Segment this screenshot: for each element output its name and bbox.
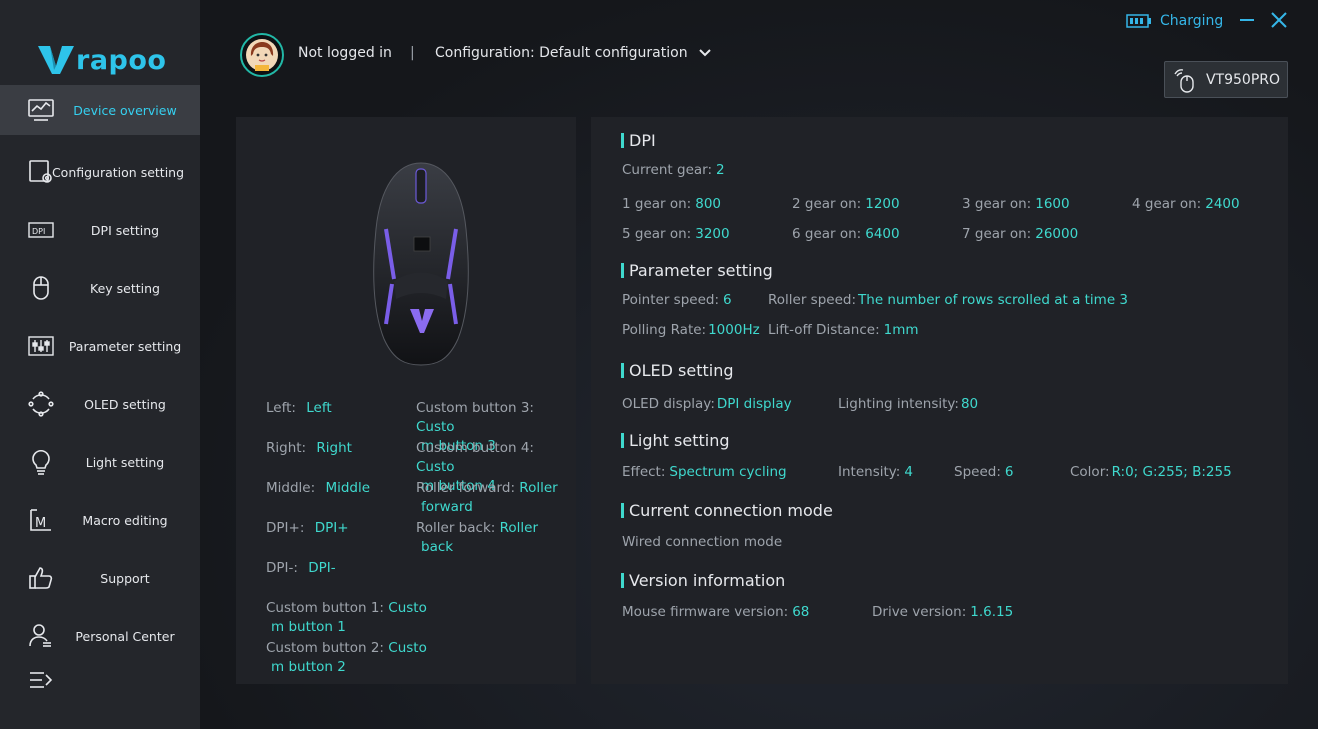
roller-speed: Roller speed: The number of rows scrolled… (768, 292, 1129, 308)
svg-text:DPI: DPI (32, 227, 45, 236)
rapoo-v-logo-icon (38, 46, 74, 74)
sidebar-item-macro-editing[interactable]: M Macro editing (0, 491, 200, 549)
key-dpi-minus: DPI-: DPI- (266, 560, 336, 576)
firmware-version: Mouse firmware version: 68 (622, 604, 810, 620)
menu-collapse-icon[interactable] (28, 668, 54, 694)
key-roller-forward: Roller forward: Roller forward (416, 480, 558, 515)
dpi-gear-5: 5 gear on: 3200 (622, 226, 730, 242)
dpi-gear-4: 4 gear on: 2400 (1132, 196, 1240, 212)
parameter-section-title: Parameter setting (621, 261, 773, 280)
sidebar-item-device-overview[interactable]: Device overview (0, 85, 200, 135)
sidebar-item-dpi-setting[interactable]: DPI DPI setting (0, 201, 200, 259)
battery-status: Charging (1126, 13, 1223, 29)
light-effect: Effect: Spectrum cycling (622, 464, 787, 480)
light-speed: Speed: 6 (954, 464, 1014, 480)
dpi-current-gear: Current gear: 2 (622, 162, 725, 178)
sidebar-item-oled-setting[interactable]: OLED setting (0, 375, 200, 433)
key-mapping-card: Left: Left Right: Right Middle: Middle D… (236, 117, 576, 684)
settings-overview-card: DPI Current gear: 2 1 gear on: 800 2 gear … (591, 117, 1288, 684)
liftoff-distance: Lift-off Distance: 1mm (768, 322, 919, 338)
dpi-gear-3: 3 gear on: 1600 (962, 196, 1070, 212)
close-icon[interactable] (1269, 10, 1289, 30)
svg-text:M: M (35, 516, 46, 531)
battery-label: Charging (1160, 13, 1224, 29)
sidebar-item-configuration-setting[interactable]: Configuration setting (0, 143, 200, 201)
sidebar-item-key-setting[interactable]: Key setting (0, 259, 200, 317)
polling-rate: Polling Rate: 1000Hz (622, 322, 760, 338)
pointer-speed: Pointer speed: 6 (622, 292, 732, 308)
brand-name: rapoo (76, 44, 167, 76)
dpi-gear-7: 7 gear on: 26000 (962, 226, 1079, 242)
light-color: Color: R:0; G:255; B:255 (1070, 464, 1232, 480)
device-name: VT950PRO (1205, 71, 1281, 88)
rapoo-logo: rapoo (38, 42, 166, 78)
sidebar-item-support[interactable]: Support (0, 549, 200, 607)
sidebar: rapoo Device overview Configuration sett… (0, 0, 200, 729)
configuration-label: Configuration: Default configuration (435, 45, 688, 61)
drive-version: Drive version: 1.6.15 (872, 604, 1014, 620)
avatar[interactable] (240, 33, 284, 77)
lighting-intensity: Lighting intensity: 80 (838, 396, 979, 412)
connection-mode: Wired connection mode (622, 534, 783, 550)
minimize-icon[interactable] (1237, 10, 1257, 30)
avatar-user-icon (246, 39, 278, 71)
chevron-down-icon (698, 49, 711, 57)
device-select-button[interactable]: VT950PRO (1164, 61, 1288, 98)
header-separator: | (410, 45, 415, 61)
sidebar-item-light-setting[interactable]: Light setting (0, 433, 200, 491)
light-section-title: Light setting (621, 431, 729, 450)
mouse-image (373, 162, 469, 366)
key-middle: Middle: Middle (266, 480, 371, 496)
dpi-gear-2: 2 gear on: 1200 (792, 196, 900, 212)
connection-section-title: Current connection mode (621, 501, 833, 520)
oled-section-title: OLED setting (621, 361, 734, 380)
dpi-section-title: DPI (621, 131, 656, 150)
key-roller-back: Roller back: Roller back (416, 520, 538, 555)
sidebar-nav: Device overview Configuration setting DP… (0, 85, 200, 665)
sidebar-item-personal-center[interactable]: Personal Center (0, 607, 200, 665)
top-bar: Not logged in | Configuration: Default c… (200, 0, 1318, 100)
key-right: Right: Right (266, 440, 352, 456)
version-section-title: Version information (621, 571, 785, 590)
key-dpi-plus: DPI+: DPI+ (266, 520, 349, 536)
key-custom-1: Custom button 1: Custo m button 1 (266, 600, 427, 635)
sidebar-item-parameter-setting[interactable]: Parameter setting (0, 317, 200, 375)
dpi-gear-1: 1 gear on: 800 (622, 196, 722, 212)
oled-display: OLED display: DPI display (622, 396, 792, 412)
configuration-dropdown[interactable]: Configuration: Default configuration (435, 45, 712, 61)
key-custom-2: Custom button 2: Custo m button 2 (266, 640, 427, 675)
light-intensity: Intensity: 4 (838, 464, 913, 480)
wireless-mouse-icon (1174, 68, 1194, 93)
battery-icon (1126, 14, 1151, 28)
key-left: Left: Left (266, 400, 332, 416)
dpi-gear-6: 6 gear on: 6400 (792, 226, 900, 242)
main-area: Not logged in | Configuration: Default c… (200, 0, 1318, 729)
login-status[interactable]: Not logged in (298, 45, 392, 61)
